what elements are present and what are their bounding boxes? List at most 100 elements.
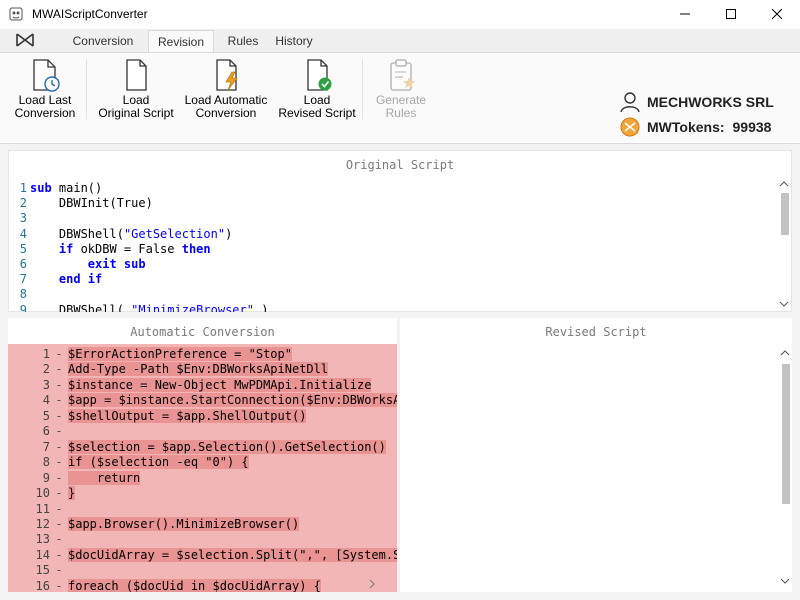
line-number: 1 [19,181,27,195]
code-keyword: then [181,241,211,256]
ribbon-separator [362,59,363,119]
code-string: "MinimizeBrowser" [131,302,254,312]
diff-line: 6- [8,424,68,439]
chevron-right-icon[interactable] [368,578,376,592]
maximize-button[interactable] [708,0,754,28]
line-number: 13 [35,532,50,547]
code-text: main() [51,181,103,195]
code-keyword: end if [58,272,103,287]
diff-line: 14- $docUidArray = $selection.Split(",", … [8,547,397,563]
diff-line: 11- [8,502,68,517]
scroll-down-icon[interactable] [780,576,790,586]
diff-removed-marker: - [55,486,63,501]
line-number: 6 [42,424,50,439]
load-automatic-label-2: Conversion [195,106,257,120]
line-number: 2 [42,362,50,377]
minimize-button[interactable] [662,0,708,28]
load-last-conversion-button[interactable]: Load Last Conversion [8,53,82,143]
mechworks-logo-icon [16,33,34,47]
token-coin-icon [620,117,640,137]
load-last-label-2: Conversion [14,106,76,120]
code-text: $selection = $app.Selection().GetSelecti… [68,439,386,454]
load-automatic-conversion-button[interactable]: Load Automatic Conversion [180,53,272,143]
automatic-conversion-editor[interactable]: 1- $ErrorActionPreference = "Stop" 2- Add-T… [8,344,397,592]
code-text: } [68,486,76,501]
diff-line: 3- $instance = New-Object MwPDMApi.Initia… [8,377,372,393]
diff-removed-marker: - [55,362,63,377]
code-text: $app = $instance.StartConnection($Env:DB… [68,393,397,408]
line-number: 16 [35,578,50,592]
load-revised-script-button[interactable]: Load Revised Script [276,53,358,143]
diff-line: 1- $ErrorActionPreference = "Stop" [8,347,292,362]
line-number: 6 [19,257,27,271]
document-clock-icon [33,59,60,92]
code-string: "GetSelection" [123,226,226,241]
window-title: MWAIScriptConverter [32,7,148,21]
close-button[interactable] [754,0,800,28]
code-text: okDBW = False [73,241,182,256]
code-line: 3 [9,211,30,226]
line-number: 8 [42,455,50,470]
code-text: if ($selection -eq "0") { [68,455,249,470]
line-number: 12 [35,516,50,531]
load-original-script-button[interactable]: Load Original Script [94,53,178,143]
diff-line: 7- $selection = $app.Selection().GetSelec… [8,439,386,455]
user-icon [620,92,640,113]
diff-removed-marker: - [55,424,63,439]
title-bar: MWAIScriptConverter [0,0,800,28]
tab-history[interactable]: History [268,30,320,52]
diff-line: 4- $app = $instance.StartConnection($Env:… [8,393,397,408]
code-text: DBWShell( [58,226,124,241]
tab-conversion[interactable]: Conversion [60,30,146,52]
diff-removed-marker: - [55,470,63,485]
tab-revision[interactable]: Revision [148,30,214,52]
code-line: 7 end if [9,272,103,287]
load-revised-label-2: Revised Script [278,106,356,120]
tab-rules[interactable]: Rules [222,30,264,52]
line-number: 4 [42,393,50,408]
line-number: 3 [19,211,27,226]
scroll-down-icon[interactable] [779,299,789,309]
revised-script-scrollbar[interactable] [778,344,792,590]
app-menu-button[interactable] [10,30,40,50]
automatic-conversion-panel: Automatic Conversion 1- $ErrorActionPrefe… [8,318,397,592]
original-script-editor[interactable]: 1 sub main() 2 DBWInit(True) 3 4 DBWShell("G… [9,177,777,312]
diff-line: 9- return [8,470,141,486]
line-number: 3 [42,377,50,392]
code-text: $instance = New-Object MwPDMApi.Initiali… [68,377,372,392]
maximize-icon [726,9,736,19]
diff-line: 16- foreach ($docUid in $docUidArray) { [8,578,321,592]
tokens-value: 99938 [732,119,772,135]
diff-removed-marker: - [55,439,63,454]
line-number: 15 [35,563,50,578]
line-number: 10 [35,486,50,501]
original-script-scrollbar[interactable] [777,177,791,311]
company-name: MECHWORKS SRL [647,94,774,110]
code-text: Add-Type -Path $Env:DBWorksApiNetDll [68,362,329,377]
scroll-thumb[interactable] [781,193,789,235]
diff-line: 12- $app.Browser().MinimizeBrowser() [8,516,300,532]
generate-rules-button[interactable]: Generate Rules [368,53,434,143]
ribbon-separator [86,59,87,119]
line-number: 7 [19,272,27,287]
diff-removed-marker: - [55,532,63,547]
code-text: $ErrorActionPreference = "Stop" [68,347,292,361]
diff-removed-marker: - [55,578,63,592]
close-icon [772,9,782,19]
line-number: 5 [19,241,27,256]
scroll-up-icon[interactable] [780,348,790,358]
revised-script-editor[interactable] [400,344,776,592]
diff-line: 2- Add-Type -Path $Env:DBWorksApiNetDll [8,362,329,377]
comparison-split-view: Automatic Conversion 1- $ErrorActionPrefe… [8,318,792,592]
document-icon [126,59,147,91]
scroll-up-icon[interactable] [779,179,789,189]
code-text: $app.Browser().MinimizeBrowser() [68,516,300,531]
line-number: 8 [19,287,27,302]
original-script-header: Original Script [345,158,455,172]
scroll-thumb[interactable] [782,364,790,504]
